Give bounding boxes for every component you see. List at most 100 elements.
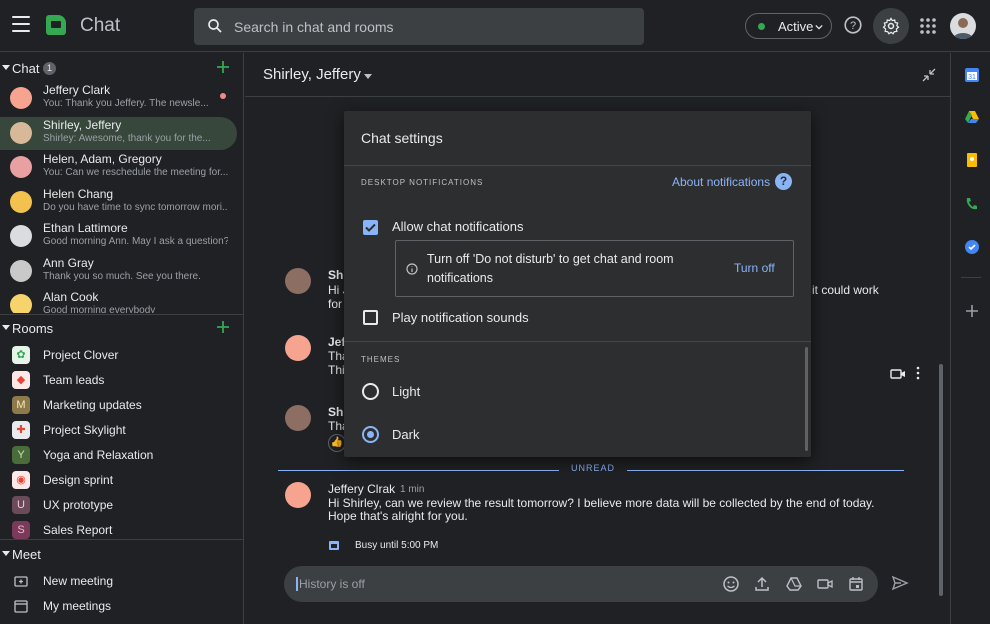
avatar: [285, 335, 311, 361]
chat-item-shirley-jeffery[interactable]: Shirley, Jeffery Shirley: Awesome, thank…: [0, 117, 237, 150]
chevron-down-icon[interactable]: [364, 74, 372, 79]
search-bar[interactable]: [194, 8, 644, 45]
theme-light-label: Light: [392, 384, 421, 399]
divider: [0, 314, 244, 315]
message-sender: Jef: [328, 335, 346, 349]
help-icon[interactable]: ?: [775, 173, 792, 190]
top-bar: Chat Active ?: [0, 0, 990, 52]
my-meetings-button[interactable]: My meetings: [0, 594, 237, 619]
avatar: [10, 122, 32, 144]
room-item-yoga-and-relaxation[interactable]: Y Yoga and Relaxation: [0, 443, 237, 468]
calendar-invite-icon[interactable]: [847, 575, 865, 593]
theme-dark-radio[interactable]: [362, 426, 379, 443]
room-item-ux-prototype[interactable]: U UX prototype: [0, 493, 237, 518]
collapse-icon[interactable]: [921, 67, 937, 83]
scrollbar[interactable]: [939, 364, 943, 596]
theme-light-radio[interactable]: [362, 383, 379, 400]
message-input[interactable]: [296, 577, 716, 591]
avatar: [10, 87, 32, 109]
account-avatar[interactable]: [950, 13, 976, 39]
menu-icon[interactable]: [12, 16, 30, 32]
letter-u-icon: U: [12, 496, 30, 514]
chat-item-name: Shirley, Jeffery: [43, 118, 122, 132]
active-dot-icon: [758, 23, 765, 30]
status-label: Active: [778, 19, 814, 34]
divider: [344, 341, 811, 342]
theme-dark-label: Dark: [392, 427, 420, 442]
help-icon[interactable]: ?: [842, 14, 864, 36]
svg-text:?: ?: [850, 20, 856, 32]
desktop-notifications-heading: DESKTOP NOTIFICATIONS: [361, 178, 484, 187]
search-icon: [208, 19, 222, 33]
chat-item-ann-gray[interactable]: Ann Gray Thank you so much. See you ther…: [0, 255, 237, 288]
avatar: [285, 482, 311, 508]
caret-down-icon: [2, 551, 10, 556]
room-item-project-clover[interactable]: ✿ Project Clover: [0, 343, 237, 368]
send-icon[interactable]: [891, 574, 909, 592]
meet-section-label: Meet: [12, 547, 41, 562]
calendar-app-icon[interactable]: 31: [964, 67, 980, 83]
message-line: Thi: [328, 363, 345, 377]
drive-app-icon[interactable]: [964, 109, 980, 125]
allow-notifications-checkbox[interactable]: [363, 220, 378, 235]
allow-notifications-label: Allow chat notifications: [392, 219, 524, 234]
avatar: [10, 191, 32, 213]
sidebar: Chat 1 Jeffery Clark You: Thank you Jeff…: [0, 53, 244, 624]
chat-logo-icon: [46, 15, 66, 35]
avatar: [285, 405, 311, 431]
chat-item-helen-chang[interactable]: Helen Chang Do you have time to sync tom…: [0, 186, 237, 219]
chat-item-jeffery-clark[interactable]: Jeffery Clark You: Thank you Jeffery. Th…: [0, 82, 237, 115]
chat-item-snippet: You: Can we reschedule the meeting for..…: [43, 167, 228, 178]
search-input[interactable]: [234, 8, 634, 45]
dialog-scrollbar[interactable]: [805, 347, 808, 451]
room-item-design-sprint[interactable]: ◉ Design sprint: [0, 468, 237, 493]
about-notifications-link[interactable]: About notifications: [672, 175, 770, 189]
status-dropdown[interactable]: Active: [745, 13, 832, 39]
new-chat-plus-icon[interactable]: [215, 59, 231, 75]
new-meeting-button[interactable]: New meeting: [0, 569, 237, 594]
room-item-marketing-updates[interactable]: M Marketing updates: [0, 393, 237, 418]
phone-app-icon[interactable]: [964, 196, 980, 212]
video-meet-icon[interactable]: [816, 575, 834, 593]
tasks-app-icon[interactable]: [964, 239, 980, 255]
chat-item-alan-cook[interactable]: Alan Cook Good morning everybody: [0, 289, 237, 313]
new-room-plus-icon[interactable]: [215, 319, 231, 335]
notification-sounds-checkbox[interactable]: [363, 310, 378, 325]
rooms-section-header[interactable]: Rooms: [0, 317, 244, 341]
add-app-plus-icon[interactable]: [964, 303, 980, 319]
meet-item-label: New meeting: [43, 574, 114, 588]
upload-icon[interactable]: [753, 575, 771, 593]
chat-item-ethan-lattimore[interactable]: Ethan Lattimore Good morning Ann. May I …: [0, 220, 237, 253]
avatar: [10, 294, 32, 313]
meet-section-header[interactable]: Meet: [0, 543, 244, 567]
chat-item-helen-adam-gregory[interactable]: Helen, Adam, Gregory You: Can we resched…: [0, 151, 237, 184]
divider: [961, 277, 981, 278]
drive-icon[interactable]: [785, 575, 803, 593]
more-vert-icon[interactable]: [916, 366, 920, 380]
meet-item-label: My meetings: [43, 599, 112, 613]
chat-section-header[interactable]: Chat 1: [0, 57, 244, 81]
message-sender: Jeffery Clrak: [328, 482, 396, 496]
caret-down-icon: [2, 325, 10, 330]
room-item-project-skylight[interactable]: ✚ Project Skylight: [0, 418, 237, 443]
turn-off-dnd-button[interactable]: Turn off: [734, 261, 775, 275]
dnd-notice: Turn off 'Do not disturb' to get chat an…: [395, 240, 794, 297]
avatar: [10, 156, 32, 178]
video-call-icon[interactable]: [890, 367, 906, 381]
keep-app-icon[interactable]: [964, 152, 980, 168]
conversation-title[interactable]: Shirley, Jeffery: [263, 66, 361, 83]
message-line-tail: it could work: [812, 283, 879, 297]
apps-grid-icon[interactable]: [918, 16, 938, 36]
emoji-icon[interactable]: [722, 575, 740, 593]
room-item-name: UX prototype: [43, 498, 114, 512]
letter-y-icon: Y: [12, 446, 30, 464]
settings-button[interactable]: [873, 8, 909, 44]
room-item-name: Team leads: [43, 373, 105, 387]
chat-item-snippet: Do you have time to sync tomorrow mori..…: [43, 202, 228, 213]
avatar: [10, 225, 32, 247]
message-line: for: [328, 297, 343, 311]
room-item-name: Sales Report: [43, 523, 113, 537]
message-composer[interactable]: [284, 566, 878, 602]
design-sprint-icon: ◉: [12, 471, 30, 489]
room-item-team-leads[interactable]: ◆ Team leads: [0, 368, 237, 393]
